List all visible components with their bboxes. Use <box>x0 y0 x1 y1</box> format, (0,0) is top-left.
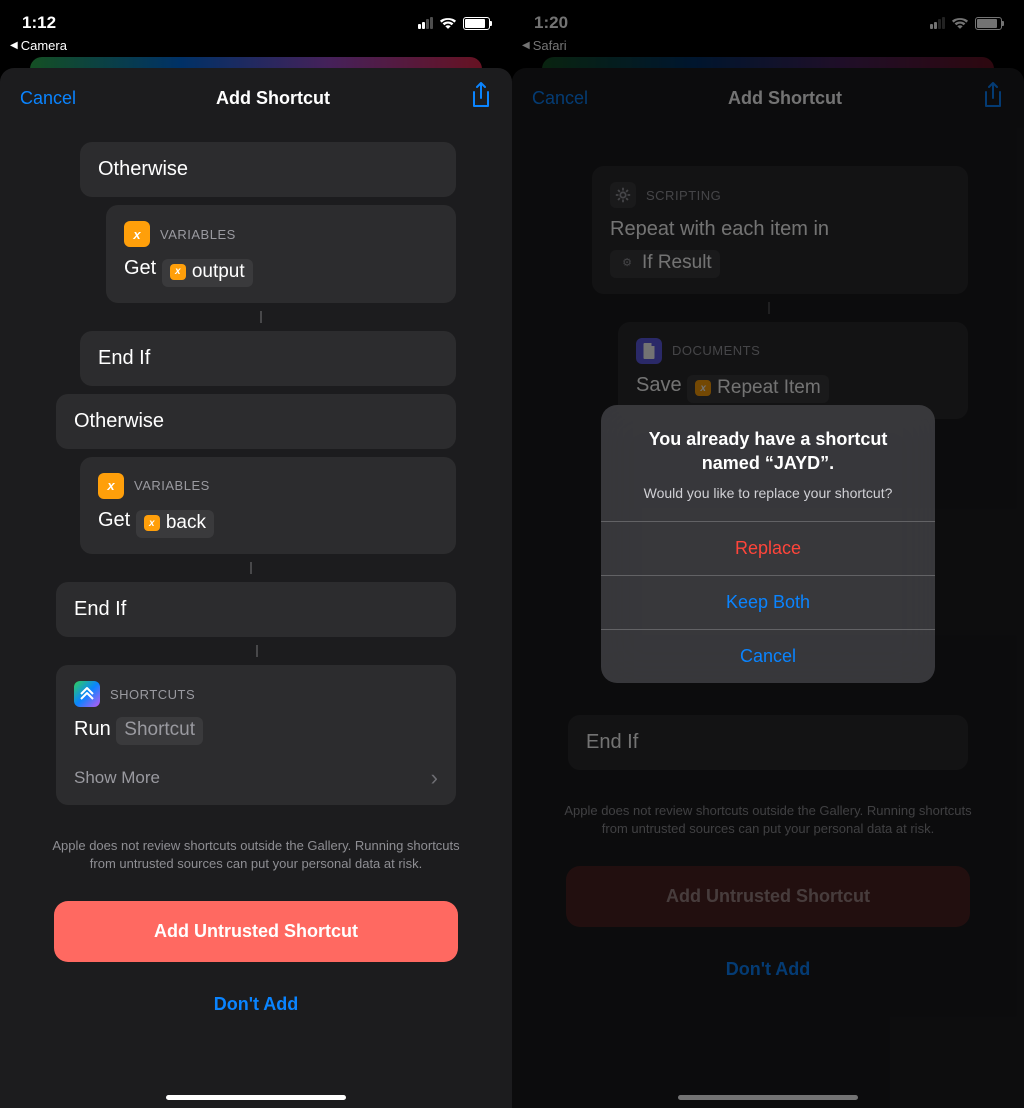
home-indicator[interactable] <box>678 1095 858 1100</box>
page-title: Add Shortcut <box>728 88 842 109</box>
disclaimer-text: Apple does not review shortcuts outside … <box>0 813 512 887</box>
breadcrumb[interactable]: Safari <box>512 38 1024 57</box>
endif-block[interactable]: End If <box>80 331 456 386</box>
repeat-label: Repeat with each item in <box>610 218 950 241</box>
alert-message: Would you like to replace your shortcut? <box>601 480 935 522</box>
shortcut-picker[interactable]: Shortcut <box>116 717 203 745</box>
home-indicator[interactable] <box>166 1095 346 1100</box>
endif-block[interactable]: End If <box>56 582 456 637</box>
alert-replace-button[interactable]: Replace <box>601 521 935 575</box>
connector <box>250 562 252 574</box>
get-label: Get <box>98 509 130 531</box>
replace-shortcut-alert: You already have a shortcut named “JAYD”… <box>601 405 935 683</box>
documents-icon <box>636 338 662 364</box>
battery-icon <box>463 17 490 30</box>
block-caption: VARIABLES <box>134 478 210 493</box>
variable-icon: x <box>98 473 124 499</box>
shortcuts-icon <box>74 681 100 707</box>
variable-token[interactable]: xback <box>136 510 214 538</box>
wifi-icon <box>439 17 457 30</box>
save-label: Save <box>636 374 682 396</box>
alert-title: You already have a shortcut named “JAYD”… <box>601 405 935 480</box>
status-bar: 1:20 <box>512 0 1024 38</box>
variables-block[interactable]: x VARIABLES Get xback <box>80 457 456 555</box>
alert-cancel-button[interactable]: Cancel <box>601 629 935 683</box>
chevron-right-icon: › <box>431 765 438 791</box>
actions-list[interactable]: Otherwise x VARIABLES Get xoutput End If… <box>0 128 512 1108</box>
cancel-button[interactable]: Cancel <box>532 88 588 109</box>
connector <box>256 645 258 657</box>
otherwise-block[interactable]: Otherwise <box>80 142 456 197</box>
share-button[interactable] <box>982 82 1004 115</box>
scripting-icon <box>610 182 636 208</box>
nav-bar: Cancel Add Shortcut <box>512 68 1024 128</box>
dont-add-button[interactable]: Don't Add <box>0 972 512 1025</box>
disclaimer-text: Apple does not review shortcuts outside … <box>512 778 1024 852</box>
variable-icon: x <box>124 221 150 247</box>
dont-add-button[interactable]: Don't Add <box>512 937 1024 990</box>
connector <box>260 311 262 323</box>
get-label: Get <box>124 257 156 279</box>
block-caption: SHORTCUTS <box>110 687 195 702</box>
endif-block[interactable]: End If <box>568 715 968 770</box>
status-time: 1:12 <box>22 13 56 33</box>
otherwise-block[interactable]: Otherwise <box>56 394 456 449</box>
block-caption: DOCUMENTS <box>672 343 760 358</box>
page-title: Add Shortcut <box>216 88 330 109</box>
share-button[interactable] <box>470 82 492 115</box>
add-untrusted-button[interactable]: Add Untrusted Shortcut <box>54 901 458 962</box>
status-bar: 1:12 <box>0 0 512 38</box>
variable-token[interactable]: xoutput <box>162 259 253 287</box>
scripting-block[interactable]: SCRIPTING Repeat with each item in ⚙ If … <box>592 166 968 294</box>
connector <box>768 302 770 314</box>
breadcrumb[interactable]: Camera <box>0 38 512 57</box>
signal-icon <box>930 17 945 29</box>
show-more-button[interactable]: Show More › <box>74 751 438 791</box>
status-indicators <box>930 17 1002 30</box>
shortcuts-block[interactable]: SHORTCUTS Run Shortcut Show More › <box>56 665 456 805</box>
right-phone: 1:20 Safari Cancel Add Shortcut SCRIPTIN… <box>512 0 1024 1108</box>
add-untrusted-button[interactable]: Add Untrusted Shortcut <box>566 866 970 927</box>
status-indicators <box>418 17 490 30</box>
nav-bar: Cancel Add Shortcut <box>0 68 512 128</box>
variables-block[interactable]: x VARIABLES Get xoutput <box>106 205 456 303</box>
gear-icon: ⚙ <box>618 254 636 272</box>
run-label: Run <box>74 718 111 740</box>
add-shortcut-sheet: Cancel Add Shortcut Otherwise x VARIABLE… <box>0 68 512 1108</box>
alert-keep-both-button[interactable]: Keep Both <box>601 575 935 629</box>
if-result-token[interactable]: ⚙ If Result <box>610 250 720 278</box>
repeat-item-token[interactable]: xRepeat Item <box>687 375 829 403</box>
status-time: 1:20 <box>534 13 568 33</box>
wifi-icon <box>951 17 969 30</box>
signal-icon <box>418 17 433 29</box>
block-caption: SCRIPTING <box>646 188 721 203</box>
battery-icon <box>975 17 1002 30</box>
cancel-button[interactable]: Cancel <box>20 88 76 109</box>
block-caption: VARIABLES <box>160 227 236 242</box>
left-phone: 1:12 Camera Cancel Add Shortcut Otherwis… <box>0 0 512 1108</box>
